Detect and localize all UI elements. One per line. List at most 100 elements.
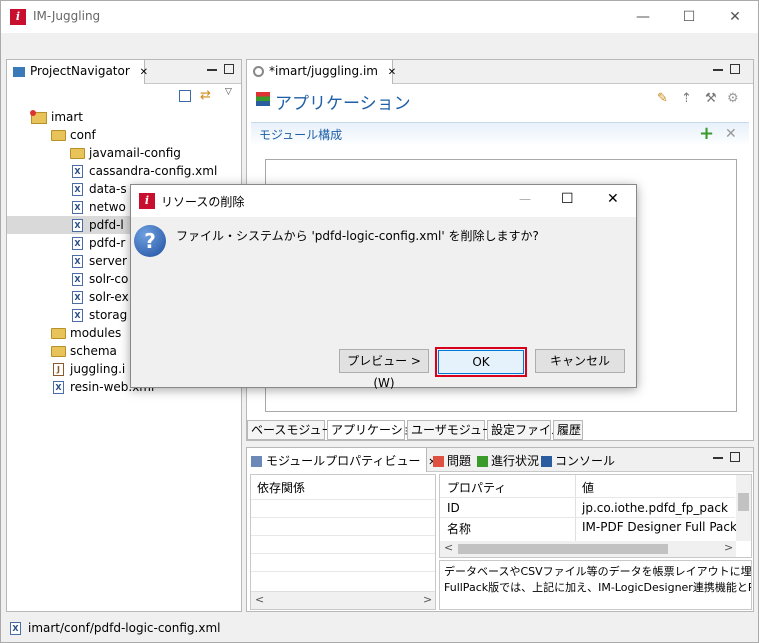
scroll-right-icon[interactable]: > bbox=[423, 593, 432, 606]
row-divider bbox=[251, 553, 435, 554]
ok-button-label: OK bbox=[438, 350, 524, 374]
description-line: FullPack版では、上記に加え、IM-LogicDesigner連携機能とR bbox=[444, 581, 752, 594]
close-button[interactable]: ✕ bbox=[712, 1, 758, 33]
maximize-view-icon[interactable] bbox=[730, 64, 740, 74]
collapse-all-icon[interactable] bbox=[179, 90, 191, 102]
xml-file-icon: X bbox=[72, 255, 83, 268]
title-bar: i IM-Juggling — ☐ ✕ bbox=[1, 1, 758, 33]
dialog-close-button[interactable]: ✕ bbox=[607, 191, 619, 207]
preview-button[interactable]: プレビュー >(W) bbox=[339, 349, 429, 390]
tab-user-module[interactable]: ユーザモジュール bbox=[407, 420, 506, 440]
value-column-header: 値 bbox=[582, 481, 595, 495]
folder-icon bbox=[70, 148, 85, 159]
minimize-view-icon[interactable] bbox=[713, 69, 723, 71]
tree-item[interactable]: conf bbox=[7, 126, 241, 144]
xml-file-icon: X bbox=[10, 622, 21, 635]
dialog-minimize-button[interactable]: — bbox=[519, 192, 531, 206]
editor-tab-header: *imart/juggling.im ✕ bbox=[247, 60, 753, 84]
minimize-view-icon[interactable] bbox=[713, 457, 723, 459]
xml-file-icon: X bbox=[72, 219, 83, 232]
property-table[interactable]: プロパティ 値 ID jp.co.iothe.pdfd_fp_pack 名称 I… bbox=[439, 474, 752, 558]
tree-item-label: schema bbox=[70, 344, 117, 358]
tab-label: モジュールプロパティビュー bbox=[266, 454, 421, 468]
scrollbar-thumb[interactable] bbox=[738, 493, 749, 511]
delete-resource-dialog: i リソースの削除 — ☐ ✕ ? ファイル・システムから 'pdfd-logi… bbox=[130, 184, 637, 390]
vertical-scrollbar[interactable] bbox=[736, 475, 751, 541]
column-divider bbox=[575, 475, 576, 541]
remove-icon[interactable]: ✕ bbox=[725, 126, 737, 142]
gear-icon[interactable]: ⚙ bbox=[727, 92, 741, 106]
editor-heading: アプリケーション bbox=[275, 94, 411, 114]
section-title: モジュール構成 bbox=[259, 128, 343, 142]
app-logo-icon: i bbox=[139, 193, 155, 209]
tab-juggling-im[interactable]: *imart/juggling.im ✕ bbox=[247, 60, 396, 84]
tab-label: ProjectNavigator bbox=[30, 64, 130, 78]
view-menu-icon[interactable]: ▽ bbox=[225, 87, 232, 97]
description-line: データベースやCSVファイル等のデータを帳票レイアウトに埋め込み、 bbox=[444, 565, 752, 578]
status-path: imart/conf/pdfd-logic-config.xml bbox=[28, 621, 221, 635]
link-editor-icon[interactable]: ⇄ bbox=[200, 89, 214, 103]
navigator-icon bbox=[13, 66, 25, 77]
tab-console[interactable]: コンソール bbox=[541, 452, 615, 469]
maximize-view-icon[interactable] bbox=[730, 452, 740, 462]
tab-base-module[interactable]: ベースモジュール bbox=[247, 420, 346, 440]
row-divider bbox=[440, 517, 735, 518]
xml-file-icon: X bbox=[53, 381, 64, 394]
maximize-button[interactable]: ☐ bbox=[666, 1, 712, 33]
horizontal-scrollbar[interactable]: < > bbox=[251, 591, 435, 609]
scroll-left-icon[interactable]: < bbox=[255, 593, 264, 606]
dialog-title: リソースの削除 bbox=[161, 195, 245, 209]
row-divider bbox=[251, 535, 435, 536]
maximize-view-icon[interactable] bbox=[224, 64, 234, 74]
tab-label: コンソール bbox=[555, 454, 616, 468]
console-icon bbox=[541, 456, 552, 467]
ok-button[interactable]: OK bbox=[435, 347, 527, 377]
tree-item-label: storag bbox=[89, 308, 128, 322]
tree-item[interactable]: javamail-config bbox=[7, 144, 241, 162]
module-description: データベースやCSVファイル等のデータを帳票レイアウトに埋め込み、 FullPa… bbox=[439, 560, 752, 610]
scrollbar-thumb[interactable] bbox=[458, 544, 668, 554]
minimize-button[interactable]: — bbox=[620, 1, 666, 33]
dialog-message: ファイル・システムから 'pdfd-logic-config.xml' を削除し… bbox=[176, 229, 539, 243]
tab-close-icon[interactable]: ✕ bbox=[140, 67, 148, 78]
cancel-button[interactable]: キャンセル bbox=[535, 349, 625, 373]
module-icon bbox=[251, 456, 262, 467]
tab-project-navigator[interactable]: ProjectNavigator ✕ bbox=[7, 60, 148, 84]
dependency-list[interactable]: 依存関係 < > bbox=[250, 474, 436, 610]
add-icon[interactable]: + bbox=[699, 123, 714, 144]
tab-module-property-view[interactable]: モジュールプロパティビュー ✕ bbox=[247, 448, 437, 472]
tab-label: *imart/juggling.im bbox=[269, 64, 378, 78]
tree-item[interactable]: imart bbox=[7, 108, 241, 126]
tree-item-label: imart bbox=[51, 110, 84, 124]
minimize-view-icon[interactable] bbox=[207, 69, 217, 71]
tab-problems[interactable]: 問題 bbox=[433, 452, 471, 469]
xml-file-icon: X bbox=[72, 291, 83, 304]
horizontal-scrollbar[interactable]: < > bbox=[440, 541, 736, 557]
scroll-right-icon[interactable]: > bbox=[724, 541, 733, 554]
row-divider bbox=[251, 517, 435, 518]
xml-file-icon: X bbox=[72, 201, 83, 214]
juggling-file-icon: J bbox=[53, 363, 64, 376]
tree-item[interactable]: Xcassandra-config.xml bbox=[7, 162, 241, 180]
section-header: モジュール構成 + ✕ bbox=[251, 122, 749, 146]
tools-icon[interactable]: ⚒ bbox=[705, 92, 719, 106]
tab-application[interactable]: アプリケーション bbox=[327, 420, 427, 440]
row-divider bbox=[440, 497, 735, 498]
tree-item-label: solr-ex bbox=[89, 290, 129, 304]
property-name: ID bbox=[447, 501, 460, 515]
dialog-maximize-button[interactable]: ☐ bbox=[561, 191, 574, 207]
wand-icon[interactable]: ✎ bbox=[657, 92, 671, 106]
scroll-left-icon[interactable]: < bbox=[444, 541, 453, 554]
tab-progress[interactable]: 進行状況 bbox=[477, 452, 539, 469]
tab-history[interactable]: 履歴 bbox=[553, 420, 583, 440]
property-value: jp.co.iothe.pdfd_fp_pack bbox=[582, 501, 728, 515]
tree-item-label: pdfd-l bbox=[89, 218, 124, 232]
xml-file-icon: X bbox=[72, 309, 83, 322]
tab-config-file[interactable]: 設定ファイル bbox=[487, 420, 563, 440]
tree-item-label: pdfd-r bbox=[89, 236, 126, 250]
tab-close-icon[interactable]: ✕ bbox=[388, 67, 396, 78]
tree-item-label: javamail-config bbox=[89, 146, 181, 160]
property-name: 名称 bbox=[447, 522, 472, 536]
tab-label: 問題 bbox=[447, 454, 472, 468]
up-arrow-icon[interactable]: ⇡ bbox=[681, 92, 695, 106]
